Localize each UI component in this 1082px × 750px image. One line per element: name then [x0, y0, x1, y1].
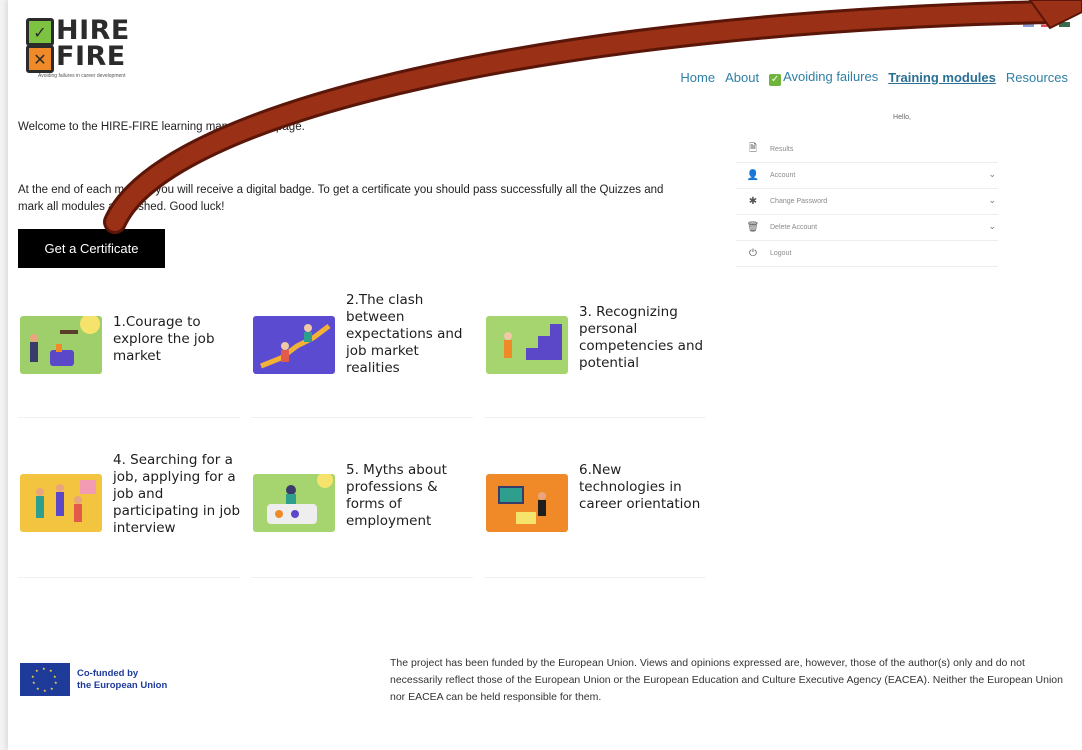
module-4-illustration — [20, 474, 102, 532]
nav-avoiding-failures-label: Avoiding failures — [783, 69, 879, 84]
flag-en-icon[interactable] — [1023, 22, 1034, 27]
module-card-4[interactable]: 4. Searching for a job, applying for a j… — [18, 452, 240, 578]
logo-tagline: Avoiding failures in career development — [38, 73, 126, 79]
chevron-down-icon[interactable]: ⌄ — [988, 169, 996, 180]
module-2-illustration — [253, 316, 335, 374]
power-icon: ⏻ — [749, 248, 757, 259]
asterisk-icon: ✱ — [748, 196, 758, 207]
module-5-illustration — [253, 474, 335, 532]
nav-training-modules[interactable]: Training modules — [888, 70, 996, 85]
cross-box-icon: ✕ — [26, 45, 54, 73]
module-card-2[interactable]: 2.The clash between expectations and job… — [251, 292, 473, 418]
trash-icon: 🗑 — [746, 222, 760, 233]
flag-other-icon[interactable] — [1059, 22, 1070, 27]
welcome-text: Welcome to the HIRE-FIRE learning manage… — [18, 121, 305, 133]
divider — [18, 417, 240, 418]
document-icon: 🗎 — [748, 143, 758, 154]
funding-disclaimer: The project has been funded by the Europ… — [390, 657, 1063, 703]
check-box-icon: ✓ — [26, 18, 54, 46]
divider — [484, 417, 706, 418]
main-nav: Home About ✓ Avoiding failures Training m… — [680, 69, 1068, 86]
flag-pl-icon[interactable] — [1041, 22, 1052, 27]
eu-label-line1: Co-funded by — [77, 667, 139, 679]
module-1-title[interactable]: 1.Courage to explore the job market — [113, 314, 243, 365]
page: ✓ ✕ HIRE FIRE Avoiding failures in caree… — [8, 0, 1082, 750]
side-item-label: Results — [770, 146, 794, 153]
side-item-label: Account — [770, 172, 796, 179]
module-1-illustration — [20, 316, 102, 374]
eu-flag-icon: ★ ★ ★ ★ ★ ★ ★ ★ ★ ★ — [20, 663, 70, 696]
check-icon: ✓ — [769, 74, 782, 86]
side-item-change-password[interactable]: ✱ Change Password ⌄ — [736, 189, 998, 215]
greeting: Hello, — [893, 114, 911, 121]
intro-text: At the end of each module you will recei… — [18, 184, 664, 213]
divider — [18, 577, 240, 578]
module-card-5[interactable]: 5. Myths about professions & forms of em… — [251, 458, 473, 578]
module-card-6[interactable]: 6.New technologies in career orientation — [484, 458, 706, 578]
nav-home[interactable]: Home — [680, 70, 715, 85]
logo-word-fire: FIRE — [56, 41, 126, 72]
hire-fire-logo[interactable]: ✓ ✕ HIRE FIRE Avoiding failures in caree… — [26, 17, 146, 80]
side-item-logout[interactable]: ⏻ Logout — [736, 241, 998, 267]
module-3-illustration — [486, 316, 568, 374]
chevron-down-icon[interactable]: ⌄ — [988, 195, 996, 206]
user-side-menu: Hello, 🗎 Results 👤 Account ⌄ ✱ Change Pa… — [736, 114, 998, 267]
module-2-title[interactable]: 2.The clash between expectations and job… — [346, 292, 476, 377]
side-item-label: Change Password — [770, 198, 828, 205]
divider — [251, 577, 473, 578]
module-6-title[interactable]: 6.New technologies in career orientation — [579, 462, 709, 513]
nav-about[interactable]: About — [725, 70, 759, 85]
divider — [251, 417, 473, 418]
nav-avoiding-failures[interactable]: ✓ Avoiding failures — [769, 69, 878, 86]
get-certificate-button[interactable]: Get a Certificate — [18, 229, 165, 268]
side-item-label: Delete Account — [770, 224, 818, 231]
eu-funding-logo: ★ ★ ★ ★ ★ ★ ★ ★ ★ ★ Co-funded by the Eur… — [20, 663, 167, 696]
chevron-down-icon[interactable]: ⌄ — [988, 221, 996, 232]
module-6-illustration — [486, 474, 568, 532]
side-item-results[interactable]: 🗎 Results — [736, 137, 998, 163]
language-switcher — [1023, 22, 1070, 27]
module-card-1[interactable]: 1.Courage to explore the job market — [18, 298, 240, 418]
module-card-3[interactable]: 3. Recognizing personal competencies and… — [484, 298, 706, 418]
module-3-title[interactable]: 3. Recognizing personal competencies and… — [579, 304, 709, 372]
module-5-title[interactable]: 5. Myths about professions & forms of em… — [346, 462, 476, 530]
side-item-label: Logout — [770, 250, 792, 257]
user-icon: 👤 — [746, 170, 760, 181]
module-4-title[interactable]: 4. Searching for a job, applying for a j… — [113, 452, 243, 537]
nav-resources[interactable]: Resources — [1006, 70, 1068, 85]
eu-label: Co-funded by the European Union — [77, 668, 167, 692]
side-item-delete-account[interactable]: 🗑 Delete Account ⌄ — [736, 215, 998, 241]
side-item-account[interactable]: 👤 Account ⌄ — [736, 163, 998, 189]
eu-label-line2: the European Union — [77, 679, 168, 691]
divider — [484, 577, 706, 578]
